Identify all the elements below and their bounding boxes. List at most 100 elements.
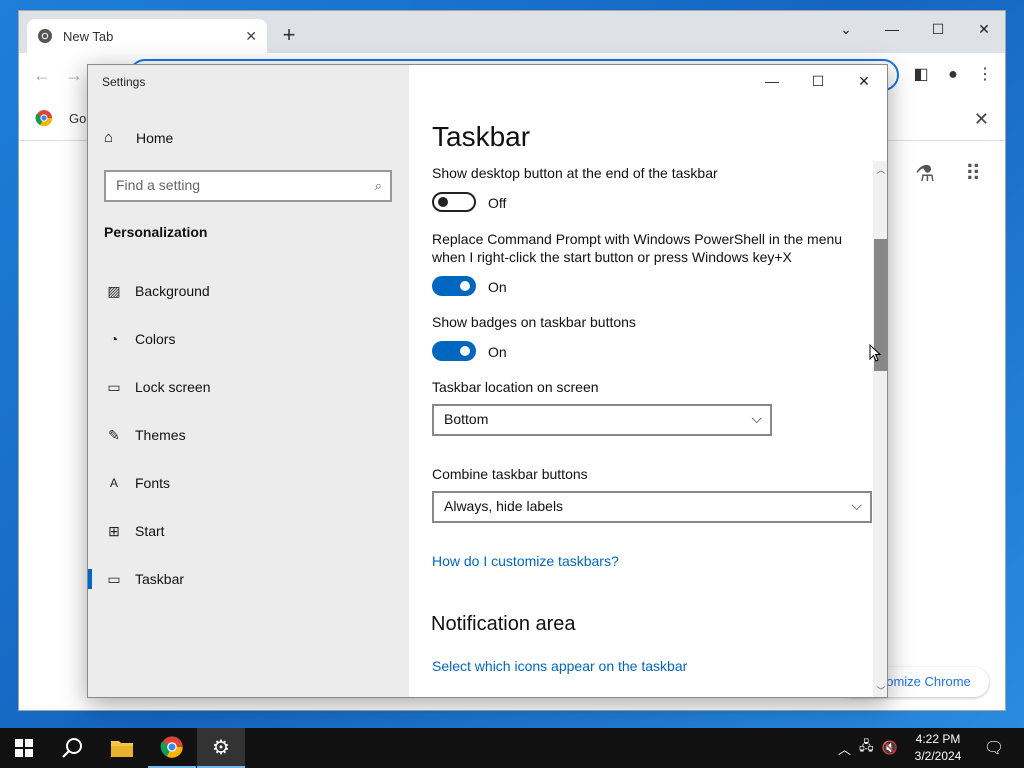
location-label: Taskbar location on screen [432,379,599,395]
toggle-state: Off [488,195,507,211]
nav-item-label: Taskbar [135,571,185,587]
dropdown-value: Always, hide labels [444,498,564,514]
clock-date: 3/2/2024 [914,749,962,763]
close-button[interactable]: ✕ [961,15,1007,43]
themes-icon: ✎ [108,426,120,443]
dropdown-value: Bottom [444,411,489,427]
nav-item-colors[interactable]: ◔ Colors [88,319,409,359]
taskbar-icon: ▭ [107,570,121,587]
nav-item-fonts[interactable]: A Fonts [88,463,409,503]
maximize-button[interactable]: ☐ [795,71,841,91]
scroll-down-icon[interactable]: ﹀ [873,684,887,697]
search-input[interactable]: Find a setting ⌕ [104,170,392,202]
back-icon[interactable]: ← [33,65,51,86]
bookmark-item[interactable]: Go [35,109,86,127]
taskbar: ⚙ ︿ 🖧 🔇 4:22 PM 3/2/2024 🗨 [0,728,1024,768]
forward-icon[interactable]: → [65,65,83,86]
search-button[interactable] [48,728,96,768]
nav-item-lock-screen[interactable]: ▭ Lock screen [88,367,409,407]
help-link[interactable]: How do I customize taskbars? [432,553,619,569]
nav-home[interactable]: ⌂ Home [104,129,173,146]
notification-area-title: Notification area [431,613,576,635]
nav-section-heading: Personalization [104,224,208,240]
home-icon: ⌂ [104,129,114,146]
system-tray: ︿ 🖧 🔇 [838,728,898,768]
nav-item-label: Background [135,283,210,299]
nav-item-taskbar[interactable]: ▭ Taskbar [88,559,409,599]
nav-item-label: Colors [135,331,176,347]
clock[interactable]: 4:22 PM 3/2/2024 [908,731,968,765]
settings-nav-pane: Settings ⌂ Home Find a setting ⌕ Persona… [88,65,409,697]
labs-icon[interactable]: ⚗ [911,161,939,189]
powershell-toggle[interactable] [432,276,476,296]
network-icon[interactable]: 🖧 [859,737,874,759]
side-panel-icon[interactable]: ◧ [909,63,933,87]
fonts-icon: A [109,476,118,490]
gear-icon: ⚙ [212,736,230,759]
lock-screen-icon: ▭ [107,378,121,395]
chevron-down-icon: ⌵ [751,410,762,426]
start-button[interactable] [0,728,48,768]
chrome-logo-icon [160,736,183,758]
maximize-button[interactable]: ☐ [915,15,961,43]
settings-window-title: Settings [102,75,146,89]
chrome-logo-icon [35,110,53,127]
profile-icon[interactable]: ● [941,63,965,87]
chevron-down-icon: ⌵ [851,497,862,513]
show-desktop-label: Show desktop button at the end of the ta… [432,165,718,181]
close-button[interactable]: ✕ [841,71,887,91]
settings-window: Settings ⌂ Home Find a setting ⌕ Persona… [87,64,888,698]
folder-icon [111,741,133,757]
menu-icon[interactable]: ⋮ [973,63,997,87]
clock-time: 4:22 PM [915,732,961,746]
tab-close-icon[interactable]: ✕ [245,28,257,45]
page-title: Taskbar [432,121,531,152]
scroll-up-icon[interactable]: ︿ [873,163,887,176]
minimize-button[interactable]: — [869,15,915,43]
new-tab-button[interactable]: + [277,23,301,47]
bookmark-label: Go [69,110,87,126]
notifications-button[interactable]: 🗨 [970,728,1018,768]
chrome-taskbar-button[interactable] [148,728,196,768]
windows-logo-icon [15,739,33,757]
combine-dropdown[interactable]: Always, hide labels ⌵ [432,491,872,523]
notification-icons-link[interactable]: Select which icons appear on the taskbar [432,658,687,674]
show-desktop-toggle[interactable] [432,192,476,212]
chrome-tab[interactable]: New Tab ✕ [27,19,267,53]
apps-grid-icon[interactable]: ⠿ [959,161,987,189]
image-icon: ▨ [107,282,121,299]
mouse-cursor-icon [869,344,881,362]
toggle-state: On [488,279,507,295]
minimize-button[interactable]: — [749,71,795,91]
badges-label: Show badges on taskbar buttons [432,314,636,330]
search-icon [62,738,82,758]
palette-icon: ◔ [109,331,119,347]
badges-toggle[interactable] [432,341,476,361]
powershell-label: Replace Command Prompt with Windows Powe… [432,231,843,265]
scrollbar[interactable]: ︿ ﹀ [873,161,887,697]
nav-item-label: Start [135,523,165,539]
volume-muted-icon[interactable]: 🔇 [882,740,898,756]
nav-item-label: Lock screen [135,379,211,395]
home-label: Home [136,129,174,146]
combine-label: Combine taskbar buttons [432,466,588,482]
tab-search-icon[interactable]: ⌄ [823,15,869,43]
nav-item-label: Themes [135,427,186,443]
nav-item-background[interactable]: ▨ Background [88,271,409,311]
settings-content: — ☐ ✕ Taskbar Show desktop button at the… [409,65,887,697]
chevron-up-icon[interactable]: ︿ [838,739,851,758]
toggle-state: On [488,344,507,360]
chrome-titlebar: New Tab ✕ + ⌄ — ☐ ✕ [19,11,1005,53]
nav-item-label: Fonts [135,475,171,491]
search-placeholder: Find a setting [116,177,201,193]
file-explorer-button[interactable] [98,728,146,768]
settings-scroll-area: Show desktop button at the end of the ta… [409,161,873,697]
nav-item-start[interactable]: ⊞ Start [88,511,409,551]
start-icon: ⊞ [108,522,120,539]
notification-icon: 🗨 [983,740,1005,757]
settings-taskbar-button[interactable]: ⚙ [197,728,245,768]
search-icon: ⌕ [374,178,382,193]
location-dropdown[interactable]: Bottom ⌵ [432,404,772,436]
close-icon[interactable]: ✕ [974,109,989,130]
nav-item-themes[interactable]: ✎ Themes [88,415,409,455]
